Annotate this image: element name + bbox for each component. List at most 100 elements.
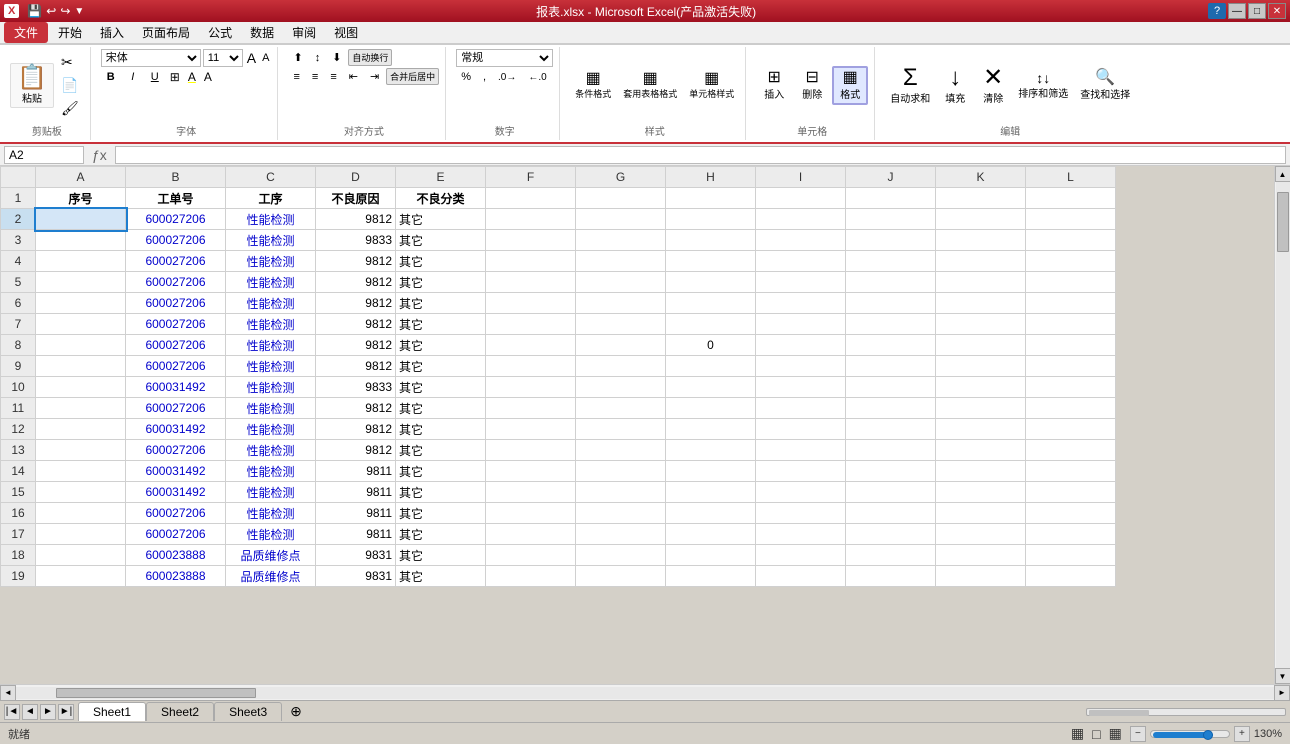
customize-quick[interactable]: ▼ — [74, 6, 84, 17]
cell-2-E[interactable]: 其它 — [396, 209, 486, 230]
cell-17-G[interactable] — [576, 524, 666, 545]
cell-9-E[interactable]: 其它 — [396, 356, 486, 377]
restore-button[interactable]: □ — [1248, 3, 1266, 19]
cell-7-A[interactable] — [36, 314, 126, 335]
row-header-6[interactable]: 6 — [1, 293, 36, 314]
cell-5-E[interactable]: 其它 — [396, 272, 486, 293]
cell-14-I[interactable] — [756, 461, 846, 482]
cell-9-K[interactable] — [936, 356, 1026, 377]
row-header-3[interactable]: 3 — [1, 230, 36, 251]
cell-11-K[interactable] — [936, 398, 1026, 419]
view-normal-button[interactable]: ▦ — [1071, 725, 1084, 742]
cell-7-K[interactable] — [936, 314, 1026, 335]
cell-12-D[interactable]: 9812 — [316, 419, 396, 440]
cell-12-I[interactable] — [756, 419, 846, 440]
formula-input[interactable] — [115, 146, 1286, 164]
cell-17-F[interactable] — [486, 524, 576, 545]
h-scroll-thumb[interactable] — [56, 688, 256, 698]
cell-11-I[interactable] — [756, 398, 846, 419]
cell-10-I[interactable] — [756, 377, 846, 398]
cell-7-J[interactable] — [846, 314, 936, 335]
cell-17-E[interactable]: 其它 — [396, 524, 486, 545]
cell-2-J[interactable] — [846, 209, 936, 230]
cell-8-F[interactable] — [486, 335, 576, 356]
row-header-9[interactable]: 9 — [1, 356, 36, 377]
cell-16-A[interactable] — [36, 503, 126, 524]
cell-14-L[interactable] — [1026, 461, 1116, 482]
cell-9-D[interactable]: 9812 — [316, 356, 396, 377]
cell-14-F[interactable] — [486, 461, 576, 482]
cell-19-F[interactable] — [486, 566, 576, 587]
col-header-D[interactable]: D — [316, 167, 396, 188]
cell-19-G[interactable] — [576, 566, 666, 587]
cell-19-I[interactable] — [756, 566, 846, 587]
cell-1-G[interactable] — [576, 188, 666, 209]
align-left-button[interactable]: ≡ — [288, 68, 304, 85]
align-top-button[interactable]: ⬆ — [288, 49, 307, 66]
cell-1-C[interactable]: 工序 — [226, 188, 316, 209]
cell-6-L[interactable] — [1026, 293, 1116, 314]
cell-18-J[interactable] — [846, 545, 936, 566]
wrap-text-button[interactable]: 自动换行 — [348, 49, 392, 66]
cell-1-F[interactable] — [486, 188, 576, 209]
sheet-nav-next[interactable]: ► — [40, 704, 56, 720]
col-header-H[interactable]: H — [666, 167, 756, 188]
cell-5-J[interactable] — [846, 272, 936, 293]
cell-19-H[interactable] — [666, 566, 756, 587]
cell-1-H[interactable] — [666, 188, 756, 209]
cell-4-K[interactable] — [936, 251, 1026, 272]
cell-12-L[interactable] — [1026, 419, 1116, 440]
row-header-4[interactable]: 4 — [1, 251, 36, 272]
cell-18-E[interactable]: 其它 — [396, 545, 486, 566]
cell-2-K[interactable] — [936, 209, 1026, 230]
cut-button[interactable]: ✂ — [56, 52, 84, 73]
cell-6-D[interactable]: 9812 — [316, 293, 396, 314]
cell-6-F[interactable] — [486, 293, 576, 314]
cell-16-G[interactable] — [576, 503, 666, 524]
cell-15-F[interactable] — [486, 482, 576, 503]
cell-10-G[interactable] — [576, 377, 666, 398]
copy-button[interactable]: 📄 — [56, 75, 84, 96]
col-header-G[interactable]: G — [576, 167, 666, 188]
cell-8-K[interactable] — [936, 335, 1026, 356]
col-header-B[interactable]: B — [126, 167, 226, 188]
cell-15-L[interactable] — [1026, 482, 1116, 503]
cell-5-C[interactable]: 性能检测 — [226, 272, 316, 293]
comma-button[interactable]: , — [478, 69, 491, 85]
zoom-in-button[interactable]: + — [1234, 726, 1250, 742]
cell-12-C[interactable]: 性能检测 — [226, 419, 316, 440]
cell-11-D[interactable]: 9812 — [316, 398, 396, 419]
cell-7-E[interactable]: 其它 — [396, 314, 486, 335]
sheet-tab-1[interactable]: Sheet1 — [78, 702, 146, 721]
cell-9-L[interactable] — [1026, 356, 1116, 377]
cell-15-E[interactable]: 其它 — [396, 482, 486, 503]
cell-style-button[interactable]: ▦ 单元格样式 — [684, 68, 739, 103]
cell-15-C[interactable]: 性能检测 — [226, 482, 316, 503]
col-header-J[interactable]: J — [846, 167, 936, 188]
cell-3-B[interactable]: 600027206 — [126, 230, 226, 251]
col-header-E[interactable]: E — [396, 167, 486, 188]
cell-7-D[interactable]: 9812 — [316, 314, 396, 335]
increase-indent-button[interactable]: ⇥ — [365, 68, 384, 85]
cell-12-E[interactable]: 其它 — [396, 419, 486, 440]
cell-9-A[interactable] — [36, 356, 126, 377]
cell-15-H[interactable] — [666, 482, 756, 503]
cell-18-D[interactable]: 9831 — [316, 545, 396, 566]
menu-file[interactable]: 文件 — [4, 22, 48, 43]
format-painter-button[interactable]: 🖌 — [56, 98, 84, 119]
help-icon[interactable]: ? — [1208, 3, 1226, 19]
scroll-track[interactable] — [1276, 182, 1290, 668]
col-header-L[interactable]: L — [1026, 167, 1116, 188]
cell-3-E[interactable]: 其它 — [396, 230, 486, 251]
bold-button[interactable]: B — [101, 69, 121, 85]
cell-16-K[interactable] — [936, 503, 1026, 524]
cell-13-C[interactable]: 性能检测 — [226, 440, 316, 461]
decrease-indent-button[interactable]: ⇤ — [344, 68, 363, 85]
cell-18-K[interactable] — [936, 545, 1026, 566]
cell-13-A[interactable] — [36, 440, 126, 461]
row-header-13[interactable]: 13 — [1, 440, 36, 461]
cell-7-H[interactable] — [666, 314, 756, 335]
cell-2-G[interactable] — [576, 209, 666, 230]
cell-1-D[interactable]: 不良原因 — [316, 188, 396, 209]
cell-5-A[interactable] — [36, 272, 126, 293]
